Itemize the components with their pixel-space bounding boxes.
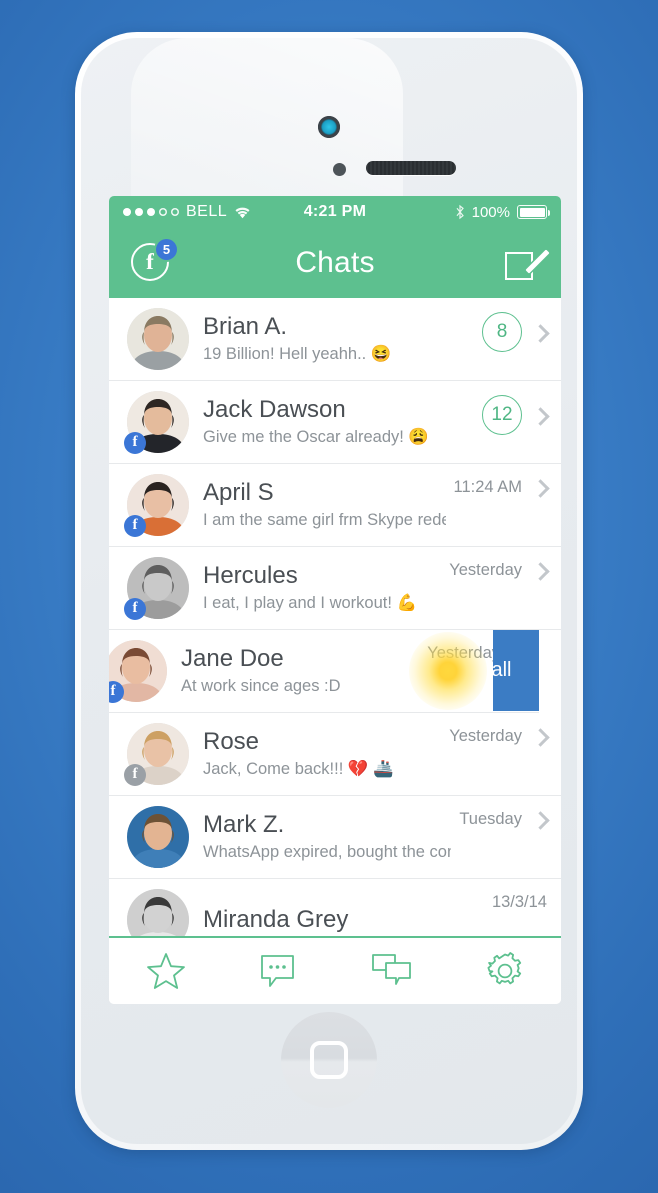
chat-row-jane-doe[interactable]: f Jane Doe At work since ages :D YesterdayC… — [109, 630, 539, 713]
timestamp: Tuesday — [459, 810, 522, 828]
message-preview: I am the same girl frm Skype redesign! — [203, 510, 446, 529]
avatar: f — [124, 391, 189, 454]
chat-row-hercules[interactable]: f Hercules I eat, I play and I workout! 💪 Y… — [109, 547, 561, 630]
chevron-right-icon — [531, 728, 550, 747]
avatar: f — [124, 474, 189, 537]
status-bar-clock: 4:21 PM — [303, 203, 367, 220]
chat-row-jack-dawson[interactable]: f Jack Dawson Give me the Oscar already! 😩… — [109, 381, 561, 464]
unread-count-badge: 8 — [482, 312, 522, 352]
chat-row-text: Hercules I eat, I play and I workout! 💪 — [203, 563, 441, 614]
contact-name: Rose — [203, 728, 260, 755]
status-bar-right: 100% — [455, 203, 550, 221]
phone-body: BELL 4:21 PM 100% f 5 Chats Brian A. 19 … — [81, 38, 577, 1144]
double-chat-bubble-icon — [371, 954, 411, 985]
status-bar-left: BELL — [123, 203, 251, 221]
facebook-badge-icon: f — [124, 515, 146, 537]
chat-row-brian-a[interactable]: Brian A. 19 Billion! Hell yeahh.. 😆 8 — [109, 298, 561, 381]
timestamp: 13/3/14 — [491, 893, 547, 911]
page-title: Chats — [295, 246, 375, 279]
avatar-brian-image — [127, 308, 189, 370]
chat-row-rose[interactable]: f Rose Jack, Come back!!! 💔 🚢 Yesterday — [109, 713, 561, 796]
contact-name: April S — [203, 479, 274, 506]
battery-icon — [517, 205, 550, 219]
chat-row-text: Jack Dawson Give me the Oscar already! 😩 — [203, 397, 474, 448]
chevron-right-icon — [531, 562, 550, 581]
facebook-button[interactable]: f 5 — [131, 239, 177, 283]
chat-row-text: Brian A. 19 Billion! Hell yeahh.. 😆 — [203, 314, 474, 365]
chevron-right-icon — [531, 323, 550, 343]
chat-row-text: Jane Doe At work since ages :D — [181, 646, 419, 697]
chat-row-text: April S I am the same girl frm Skype rede… — [203, 480, 446, 531]
message-preview: I eat, I play and I workout! 💪 — [203, 593, 418, 612]
chevron-right-icon — [531, 811, 550, 830]
gear-icon — [487, 952, 521, 985]
chat-row-meta: 11:24 AM — [453, 478, 550, 498]
phone-screen: BELL 4:21 PM 100% f 5 Chats Brian A. 19 … — [109, 196, 561, 1004]
navigation-bar: f 5 Chats — [109, 228, 561, 298]
facebook-badge-icon: f — [124, 764, 146, 786]
facebook-notification-badge: 5 — [156, 239, 177, 260]
facebook-badge-icon: f — [124, 432, 146, 454]
timestamp: Yesterday — [449, 561, 522, 579]
tab-settings[interactable] — [448, 938, 561, 1004]
chat-bubble-dots-icon — [260, 955, 294, 987]
avatar — [127, 806, 189, 868]
tab-messages[interactable] — [222, 938, 335, 1004]
avatar: f — [109, 640, 167, 703]
tab-favorites[interactable] — [109, 938, 222, 1004]
carrier-label: BELL — [186, 203, 228, 220]
signal-strength-icon — [123, 208, 179, 216]
chat-row-meta: 12 — [482, 395, 550, 435]
chat-row-april-s[interactable]: f April S I am the same girl frm Skype red… — [109, 464, 561, 547]
star-icon — [146, 953, 185, 989]
phone-device: BELL 4:21 PM 100% f 5 Chats Brian A. 19 … — [75, 32, 583, 1150]
contact-name: Hercules — [203, 562, 298, 589]
bluetooth-icon — [456, 204, 464, 220]
message-preview: Give me the Oscar already! 😩 — [203, 427, 429, 446]
status-bar: BELL 4:21 PM 100% — [109, 196, 561, 228]
timestamp: Yesterday — [427, 644, 500, 662]
battery-percent-label: 100% — [471, 203, 510, 221]
wifi-icon — [235, 207, 250, 218]
proximity-sensor-icon — [333, 163, 346, 176]
chat-row-meta: Yesterday — [449, 727, 550, 747]
chat-row-text: Miranda Grey — [203, 907, 484, 934]
timestamp: 11:24 AM — [453, 478, 523, 496]
facebook-badge-icon: f — [124, 598, 146, 620]
chat-list[interactable]: Brian A. 19 Billion! Hell yeahh.. 😆 8 f Jack… — [109, 298, 561, 1004]
message-preview: WhatsApp expired, bought the company — [203, 842, 451, 861]
tab-bar — [109, 936, 561, 1004]
chat-row-text: Rose Jack, Come back!!! 💔 🚢 — [203, 729, 441, 780]
timestamp: Yesterday — [449, 727, 522, 745]
chat-row-text: Mark Z. WhatsApp expired, bought the comp… — [203, 812, 451, 863]
front-camera-icon — [318, 116, 340, 138]
earpiece-speaker-icon — [366, 161, 456, 175]
chat-row-mark-z[interactable]: Mark Z. WhatsApp expired, bought the comp… — [109, 796, 561, 879]
message-preview: Jack, Come back!!! 💔 🚢 — [203, 759, 394, 778]
avatar: f — [124, 557, 189, 620]
chevron-right-icon — [531, 479, 550, 498]
contact-name: Jack Dawson — [203, 396, 346, 423]
tab-chats[interactable] — [335, 938, 448, 1004]
chevron-right-icon — [531, 406, 550, 426]
avatar-mark-image — [127, 806, 189, 868]
contact-name: Mark Z. — [203, 811, 285, 838]
contact-name: Miranda Grey — [203, 906, 349, 933]
message-preview: At work since ages :D — [181, 676, 341, 695]
swipe-action-call-button[interactable]: Call — [493, 630, 539, 711]
home-square-icon — [310, 1041, 348, 1079]
swipe-action-label: Call — [493, 659, 512, 681]
home-button[interactable] — [281, 1012, 377, 1108]
unread-count-badge: 12 — [482, 395, 522, 435]
contact-name: Jane Doe — [181, 645, 284, 672]
message-preview: 19 Billion! Hell yeahh.. 😆 — [203, 344, 392, 363]
chat-row-meta: 13/3/14 — [492, 893, 547, 912]
avatar — [127, 308, 189, 370]
chat-row-meta: Yesterday — [449, 561, 550, 581]
compose-button[interactable] — [505, 246, 550, 280]
contact-name: Brian A. — [203, 313, 288, 340]
chat-row-meta: 8 — [482, 312, 550, 352]
chat-row-meta: Tuesday — [459, 810, 550, 830]
avatar: f — [124, 723, 189, 786]
